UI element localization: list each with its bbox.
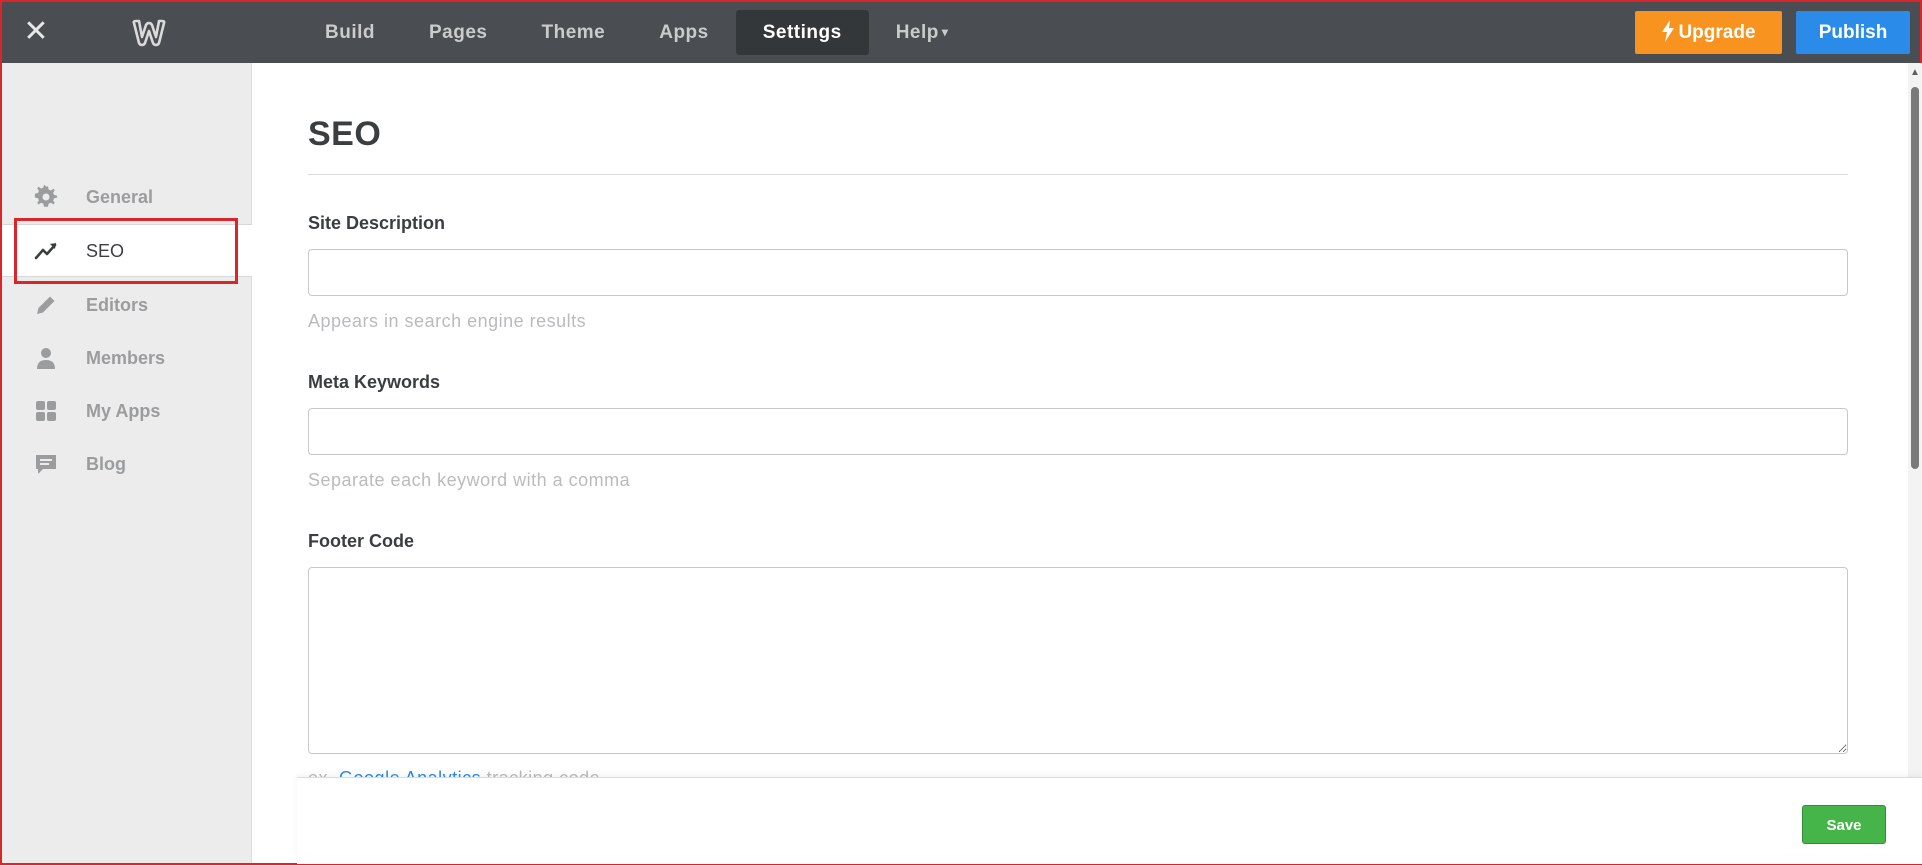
sidebar-item-blog[interactable]: Blog xyxy=(2,438,251,491)
upgrade-button[interactable]: Upgrade xyxy=(1635,11,1782,54)
meta-keywords-help: Separate each keyword with a comma xyxy=(308,470,631,490)
site-description-help: Appears in search engine results xyxy=(308,311,587,331)
nav-help[interactable]: Help ▾ xyxy=(869,10,976,55)
publish-label: Publish xyxy=(1818,22,1888,43)
trend-line-icon xyxy=(34,243,57,260)
vertical-scrollbar[interactable]: ▲ xyxy=(1908,63,1922,863)
scroll-thumb[interactable] xyxy=(1911,87,1919,469)
comment-icon xyxy=(36,455,56,474)
gear-icon xyxy=(34,185,58,207)
nav-label: Theme xyxy=(541,22,606,43)
top-bar: ✕ Build Pages Theme Apps Settings Help ▾ … xyxy=(2,2,1920,63)
sidebar-item-my-apps[interactable]: My Apps xyxy=(2,385,251,438)
save-bar: Save xyxy=(297,777,1922,864)
weebly-logo-icon[interactable] xyxy=(131,19,167,47)
nav-settings[interactable]: Settings xyxy=(735,10,869,55)
main-nav: Build Pages Theme Apps Settings Help ▾ xyxy=(298,10,975,55)
sidebar-item-seo[interactable]: SEO xyxy=(2,224,252,277)
meta-keywords-input[interactable] xyxy=(308,408,1848,455)
page-title: SEO xyxy=(308,115,382,153)
chevron-down-icon: ▾ xyxy=(941,25,949,40)
nav-build[interactable]: Build xyxy=(298,10,402,55)
nav-label: Pages xyxy=(429,22,488,43)
sidebar-item-general[interactable]: General xyxy=(2,171,251,224)
nav-label: Apps xyxy=(659,22,709,43)
scroll-up-arrow-icon[interactable]: ▲ xyxy=(1909,67,1921,79)
nav-label: Build xyxy=(325,22,375,43)
sidebar-item-label: Editors xyxy=(86,295,149,315)
settings-sidebar: General SEO Editors Members My Apps Blog xyxy=(2,63,252,863)
lightning-icon xyxy=(1662,20,1675,42)
sidebar-item-label: Blog xyxy=(86,454,126,474)
nav-pages[interactable]: Pages xyxy=(402,10,514,55)
main-content: SEO Site Description Appears in search e… xyxy=(252,63,1912,863)
footer-code-label: Footer Code xyxy=(308,531,414,551)
close-icon[interactable]: ✕ xyxy=(20,16,52,48)
person-icon xyxy=(37,348,55,369)
divider xyxy=(308,174,1848,175)
upgrade-label: Upgrade xyxy=(1678,22,1756,43)
sidebar-item-label: General xyxy=(86,187,154,207)
publish-button[interactable]: Publish xyxy=(1796,11,1910,54)
save-button[interactable]: Save xyxy=(1802,805,1886,844)
pencil-icon xyxy=(37,296,55,314)
meta-keywords-label: Meta Keywords xyxy=(308,372,441,392)
nav-label: Settings xyxy=(762,22,842,43)
sidebar-item-editors[interactable]: Editors xyxy=(2,279,251,332)
sidebar-item-label: My Apps xyxy=(86,401,161,421)
nav-label: Help xyxy=(895,22,939,43)
site-description-label: Site Description xyxy=(308,213,446,233)
nav-apps[interactable]: Apps xyxy=(632,10,736,55)
site-description-input[interactable] xyxy=(308,249,1848,296)
footer-code-textarea[interactable] xyxy=(308,567,1848,754)
sidebar-item-members[interactable]: Members xyxy=(2,332,251,385)
apps-grid-icon xyxy=(36,401,56,421)
nav-theme[interactable]: Theme xyxy=(514,10,632,55)
sidebar-item-label: Members xyxy=(86,348,166,368)
sidebar-item-label: SEO xyxy=(86,241,125,261)
